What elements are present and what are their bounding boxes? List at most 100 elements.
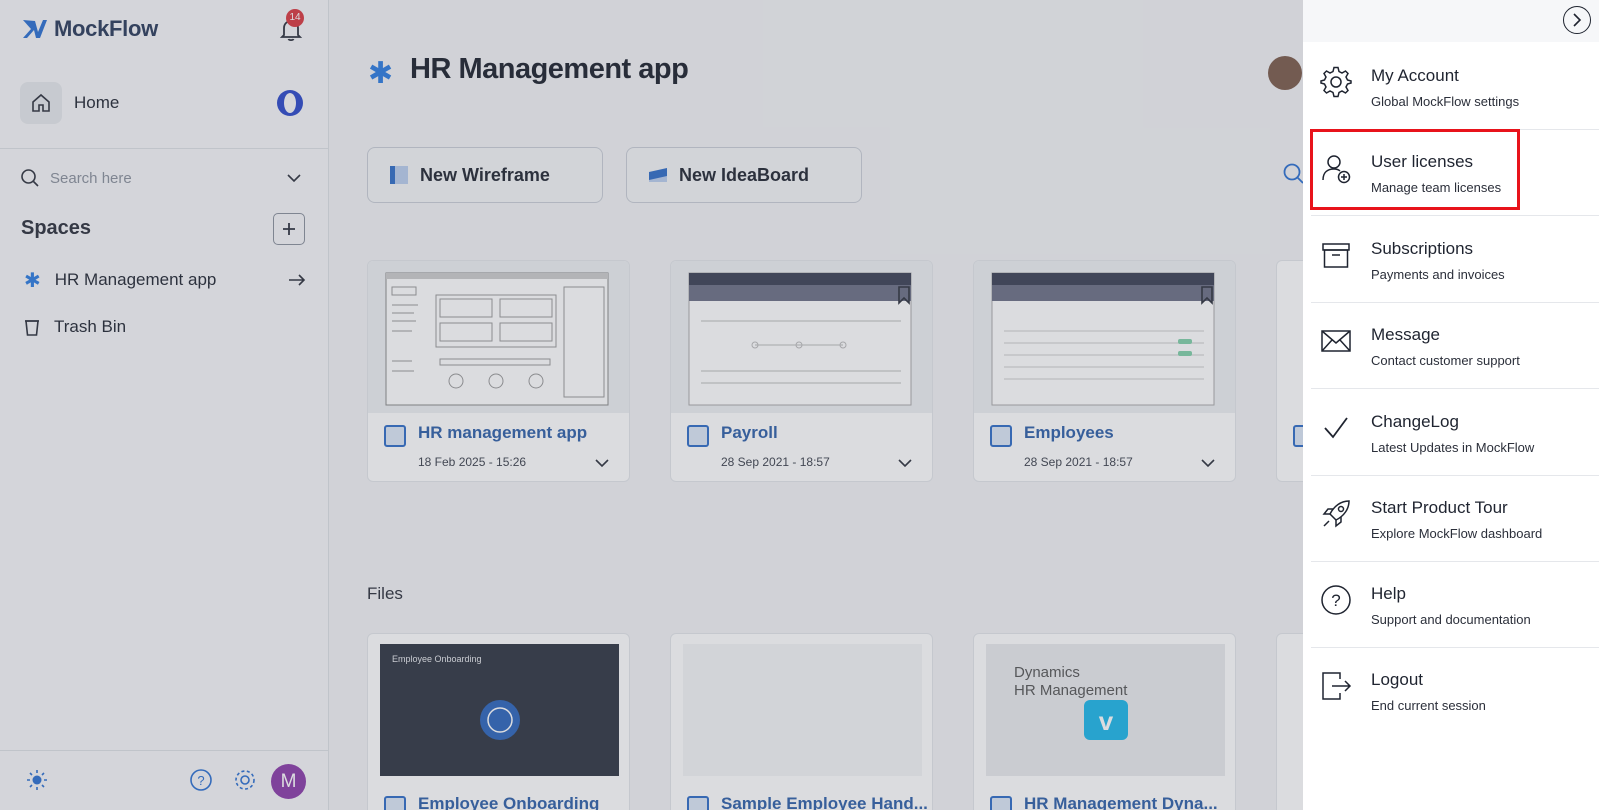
wireframe-file-icon [687, 425, 709, 447]
trash-icon [25, 320, 39, 336]
wireframe-icon [390, 166, 408, 184]
app-root: MockFlow 14 Home Search here Spaces ✱ HR… [0, 0, 1599, 810]
collaborator-avatar[interactable] [1268, 56, 1302, 90]
menu-item-subtitle: Manage team licenses [1371, 180, 1502, 195]
menu-item-subtitle: Latest Updates in MockFlow [1371, 440, 1535, 455]
card-thumbnail [974, 261, 1235, 413]
svg-text:?: ? [1331, 591, 1340, 610]
file-type-icon [384, 796, 406, 810]
notification-count-badge: 14 [286, 9, 304, 27]
user-plus-icon [1322, 155, 1351, 184]
menu-item-title: My Account [1371, 66, 1459, 85]
menu-item-subtitle: Explore MockFlow dashboard [1371, 526, 1543, 541]
plus-icon [283, 223, 295, 235]
chevron-right-icon [1573, 13, 1582, 27]
file-thumbnail [683, 644, 922, 776]
close-panel-button[interactable] [1563, 6, 1591, 34]
menu-item-subtitle: Support and documentation [1371, 612, 1531, 627]
file-card[interactable]: Employee Onboarding Employee Onboarding [367, 633, 630, 810]
card-thumbnail [671, 261, 932, 413]
user-avatar[interactable]: M [271, 764, 306, 799]
chevron-down-icon[interactable] [286, 173, 302, 183]
new-ideaboard-label: New IdeaBoard [679, 164, 810, 185]
menu-item-title: User licenses [1371, 152, 1474, 171]
file-card[interactable]: Dynamics HR Management v HR Management D… [973, 633, 1236, 810]
sidebar-divider [0, 148, 329, 149]
search-icon [21, 169, 39, 187]
menu-item-product-tour[interactable]: Start Product Tour Explore MockFlow dash… [1311, 476, 1599, 562]
mockflow-logo[interactable]: MockFlow [22, 16, 158, 42]
card-date: 28 Sep 2021 - 18:57 [721, 455, 830, 469]
search-input[interactable]: Search here [50, 170, 286, 187]
chevron-down-icon[interactable] [898, 459, 912, 468]
page-title: HR Management app [410, 53, 689, 85]
new-wireframe-button[interactable]: New Wireframe [367, 147, 603, 203]
file-title[interactable]: Sample Employee Hand... [721, 794, 928, 810]
card-title[interactable]: Payroll [721, 423, 778, 443]
menu-item-title: Start Product Tour [1371, 498, 1508, 517]
menu-item-logout[interactable]: Logout End current session [1311, 648, 1599, 734]
menu-item-title: Help [1371, 584, 1406, 603]
menu-item-title: Logout [1371, 670, 1423, 689]
menu-item-subtitle: End current session [1371, 698, 1486, 713]
opera-icon[interactable] [275, 88, 305, 118]
card-thumbnail [368, 261, 629, 413]
archive-box-icon [1322, 243, 1350, 268]
menu-item-message[interactable]: Message Contact customer support [1311, 303, 1599, 389]
menu-item-title: Message [1371, 325, 1440, 344]
menu-item-help[interactable]: ? Help Support and documentation [1311, 562, 1599, 648]
settings-gear-icon[interactable] [232, 767, 258, 793]
home-nav-item[interactable]: Home [20, 82, 305, 124]
file-type-icon [687, 796, 709, 810]
file-title[interactable]: HR Management Dyna... [1024, 794, 1218, 810]
project-card[interactable]: HR management app 18 Feb 2025 - 15:26 [367, 260, 630, 482]
wireframe-file-icon [990, 425, 1012, 447]
card-date: 18 Feb 2025 - 15:26 [418, 455, 527, 469]
menu-item-subscriptions[interactable]: Subscriptions Payments and invoices [1311, 217, 1599, 303]
card-title[interactable]: HR management app [418, 423, 587, 443]
panel-header [1303, 0, 1599, 42]
chevron-down-icon[interactable] [595, 459, 609, 468]
asterisk-icon: ✱ [24, 269, 41, 292]
rocket-icon [1322, 500, 1350, 528]
menu-item-subtitle: Payments and invoices [1371, 267, 1505, 282]
help-icon[interactable]: ? [188, 767, 214, 793]
wireframe-file-icon [384, 425, 406, 447]
file-card[interactable]: Sample Employee Hand... [670, 633, 933, 810]
asterisk-icon: ✱ [368, 57, 394, 90]
sidebar-search[interactable]: Search here [20, 165, 302, 191]
ideaboard-icon [649, 168, 667, 182]
file-thumbnail: Employee Onboarding [380, 644, 619, 776]
check-icon [1324, 417, 1348, 439]
arrow-right-icon[interactable] [288, 273, 306, 287]
files-heading: Files [367, 584, 403, 603]
card-title[interactable]: Employees [1024, 423, 1114, 443]
add-space-button[interactable] [273, 213, 305, 245]
home-label: Home [74, 93, 120, 112]
space-item-hr-management[interactable]: ✱ HR Management app [24, 266, 306, 294]
file-type-icon [990, 796, 1012, 810]
chevron-down-icon[interactable] [1201, 459, 1215, 468]
menu-item-user-licenses[interactable]: User licenses Manage team licenses [1311, 130, 1599, 216]
menu-item-subtitle: Contact customer support [1371, 353, 1520, 368]
account-menu-panel: My Account Global MockFlow settings User… [1303, 0, 1599, 810]
project-card[interactable]: Employees 28 Sep 2021 - 18:57 [973, 260, 1236, 482]
question-icon: ? [1321, 585, 1351, 615]
space-item-label: Trash Bin [54, 317, 127, 336]
menu-item-title: ChangeLog [1371, 412, 1459, 431]
svg-text:v: v [1099, 706, 1114, 736]
sidebar: MockFlow 14 Home Search here Spaces ✱ HR… [0, 0, 329, 810]
menu-item-changelog[interactable]: ChangeLog Latest Updates in MockFlow [1311, 390, 1599, 476]
theme-toggle-icon[interactable] [24, 767, 50, 793]
file-thumbnail: Dynamics HR Management v [986, 644, 1225, 776]
envelope-icon [1321, 330, 1351, 352]
spaces-heading: Spaces [21, 217, 92, 239]
space-item-trash-bin[interactable]: Trash Bin [24, 313, 306, 341]
file-title[interactable]: Employee Onboarding [418, 794, 599, 810]
project-card[interactable]: Payroll 28 Sep 2021 - 18:57 [670, 260, 933, 482]
menu-item-my-account[interactable]: My Account Global MockFlow settings [1311, 44, 1599, 130]
new-ideaboard-button[interactable]: New IdeaBoard [626, 147, 862, 203]
menu-item-subtitle: Global MockFlow settings [1371, 94, 1520, 109]
card-date: 28 Sep 2021 - 18:57 [1024, 455, 1133, 469]
mockflow-logo-icon [23, 20, 47, 38]
